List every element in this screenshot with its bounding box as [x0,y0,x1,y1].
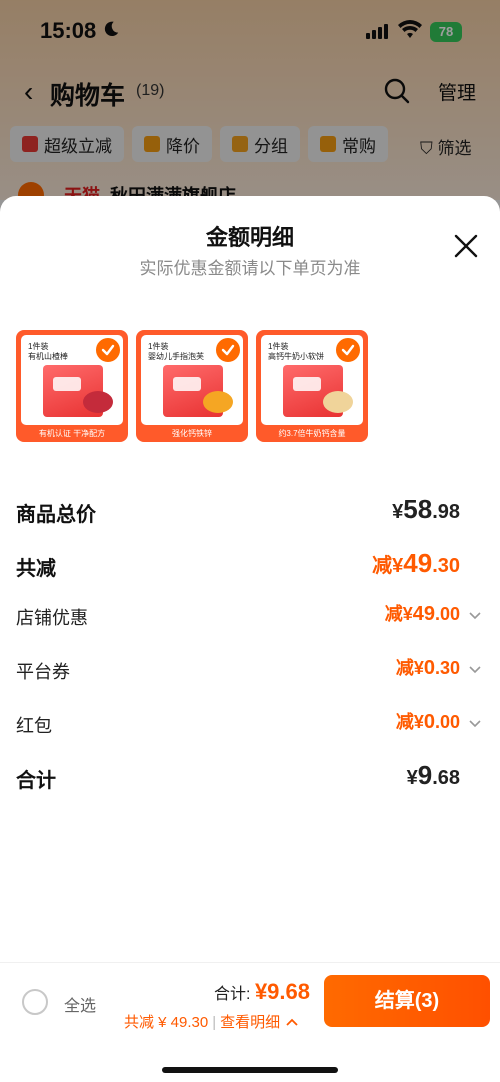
check-icon[interactable] [334,336,362,364]
product-tag: 有机认证 干净配方 [38,429,106,438]
row-value: ¥58.98 [392,494,460,524]
check-icon[interactable] [214,336,242,364]
row-value: 减¥0.30 [395,657,460,679]
checkout-bar: 全选 合计: ¥9.68 共减 ¥ 49.30 | 查看明细 结算(3) [0,962,500,1082]
product-card[interactable]: 1件装 有机山楂棒 有机认证 干净配方 [16,330,128,442]
total-line: 合计: ¥9.68 [214,979,310,1005]
product-name: 婴幼儿手指泡芙 [148,352,204,361]
product-name: 有机山楂棒 [28,352,68,361]
row-label: 平台券 [16,662,70,682]
close-icon[interactable] [452,232,480,260]
sheet-title: 金额明细 [205,225,294,250]
row-label: 合计 [16,770,56,792]
product-snack [203,391,233,413]
check-icon[interactable] [94,336,122,364]
product-tag: 强化钙铁锌 [172,429,212,438]
reduce-summary[interactable]: 共减 ¥ 49.30 | 查看明细 [124,1011,298,1032]
row-red-packet[interactable]: 红包 减¥0.00 [16,706,484,746]
chevron-down-icon [469,612,481,620]
row-label: 共减 [16,558,56,580]
row-value: 减¥49.00 [384,603,460,625]
sheet-subtitle: 实际优惠金额请以下单页为准 [139,259,361,278]
row-value: ¥9.68 [406,760,460,790]
checkout-button[interactable]: 结算(3) [324,975,490,1027]
separator: | [212,1014,217,1031]
product-name: 高钙牛奶小软饼 [268,352,324,361]
chevron-up-icon [286,1018,298,1026]
selected-products: 1件装 有机山楂棒 有机认证 干净配方 1件装 婴幼儿手指泡芙 强化钙铁锌 1件… [16,330,368,442]
row-label: 红包 [16,716,52,736]
row-platform-coupon[interactable]: 平台券 减¥0.30 [16,652,484,692]
total-label: 合计: [214,986,255,1003]
reduce-amount: 共减 ¥ 49.30 [124,1014,209,1031]
view-detail-link[interactable]: 查看明细 [220,1014,280,1031]
product-tag: 约3.7倍牛奶钙含量 [278,429,346,438]
row-store-discount[interactable]: 店铺优惠 减¥49.00 [16,598,484,638]
product-card[interactable]: 1件装 婴幼儿手指泡芙 强化钙铁锌 [136,330,248,442]
row-label: 商品总价 [16,504,96,526]
product-snack [83,391,113,413]
total-value: ¥9.68 [254,979,310,1004]
select-all-radio[interactable] [22,989,48,1015]
product-card[interactable]: 1件装 高钙牛奶小软饼 约3.7倍牛奶钙含量 [256,330,368,442]
amount-detail-sheet: 金额明细 实际优惠金额请以下单页为准 1件装 有机山楂棒 有机认证 干净配方 1… [0,196,500,1082]
product-snack [323,391,353,413]
row-value: 减¥49.30 [372,548,460,578]
home-indicator [162,1067,338,1073]
row-grand-total: 合计 ¥9.68 [16,758,484,798]
row-value: 减¥0.00 [395,711,460,733]
row-label: 店铺优惠 [16,608,88,628]
chevron-down-icon [469,666,481,674]
chevron-down-icon [469,720,481,728]
row-goods-total: 商品总价 ¥58.98 [16,492,484,532]
select-all-label[interactable]: 全选 [64,992,96,1016]
row-total-reduce: 共减 减¥49.30 [16,546,484,586]
